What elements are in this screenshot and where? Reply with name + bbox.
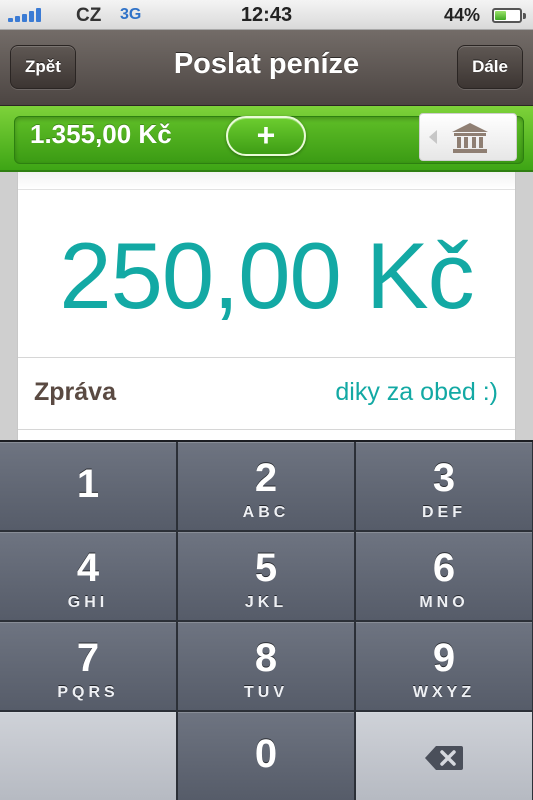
key-digit: 8 <box>254 636 278 680</box>
key-letters: PQRS <box>57 684 119 701</box>
key-letters: GHI <box>67 594 109 611</box>
key-digit: 4 <box>76 546 100 590</box>
key-4[interactable]: 4 GHI <box>0 532 177 621</box>
message-field[interactable]: diky za obed :) <box>335 378 498 407</box>
delete-key[interactable] <box>356 712 533 800</box>
divider <box>18 429 515 430</box>
key-digit: 2 <box>254 456 278 500</box>
card-top-edge <box>18 172 515 190</box>
balance-amount: 1.355,00 Kč <box>30 119 172 149</box>
message-label: Zpráva <box>34 378 116 406</box>
backspace-icon <box>425 746 463 770</box>
key-digit: 3 <box>432 456 456 500</box>
key-7[interactable]: 7 PQRS <box>0 622 177 711</box>
key-digit: 0 <box>254 732 278 776</box>
transfer-amount[interactable]: 250,00 Kč <box>18 222 515 330</box>
bank-icon <box>452 123 488 153</box>
key-digit: 7 <box>76 636 100 680</box>
key-letters: WXYZ <box>412 684 476 701</box>
keypad-blank-key <box>0 712 177 800</box>
key-3[interactable]: 3 DEF <box>356 442 533 531</box>
numeric-keypad: 1 2 ABC 3 DEF 4 GHI 5 JKL 6 MNO 7 PQRS 8… <box>0 440 533 800</box>
chevron-left-icon <box>429 130 437 144</box>
battery-percent: 44% <box>444 5 481 25</box>
navigation-bar: Zpět Poslat peníze Dále <box>0 30 533 106</box>
key-digit: 6 <box>432 546 456 590</box>
key-0[interactable]: 0 <box>178 712 355 800</box>
key-2[interactable]: 2 ABC <box>178 442 355 531</box>
status-bar: CZ 3G 12:43 44% <box>0 0 533 30</box>
key-letters: ABC <box>242 504 290 521</box>
battery-level <box>495 11 506 20</box>
key-digit: 1 <box>76 462 100 506</box>
key-letters: DEF <box>422 504 466 521</box>
key-5[interactable]: 5 JKL <box>178 532 355 621</box>
next-button[interactable]: Dále <box>457 45 523 89</box>
key-8[interactable]: 8 TUV <box>178 622 355 711</box>
key-letters: TUV <box>244 684 288 701</box>
page-title: Poslat peníze <box>173 48 360 80</box>
key-letters: JKL <box>244 594 288 611</box>
key-6[interactable]: 6 MNO <box>356 532 533 621</box>
add-funds-button[interactable]: + <box>226 116 306 156</box>
key-9[interactable]: 9 WXYZ <box>356 622 533 711</box>
bank-account-toggle[interactable] <box>419 113 517 161</box>
battery-icon <box>492 8 526 23</box>
key-digit: 5 <box>254 546 278 590</box>
transfer-form: 250,00 Kč Zpráva diky za obed :) <box>17 172 516 440</box>
key-letters: MNO <box>419 594 469 611</box>
divider <box>18 357 515 358</box>
key-1[interactable]: 1 <box>0 442 177 531</box>
key-digit: 9 <box>432 636 456 680</box>
